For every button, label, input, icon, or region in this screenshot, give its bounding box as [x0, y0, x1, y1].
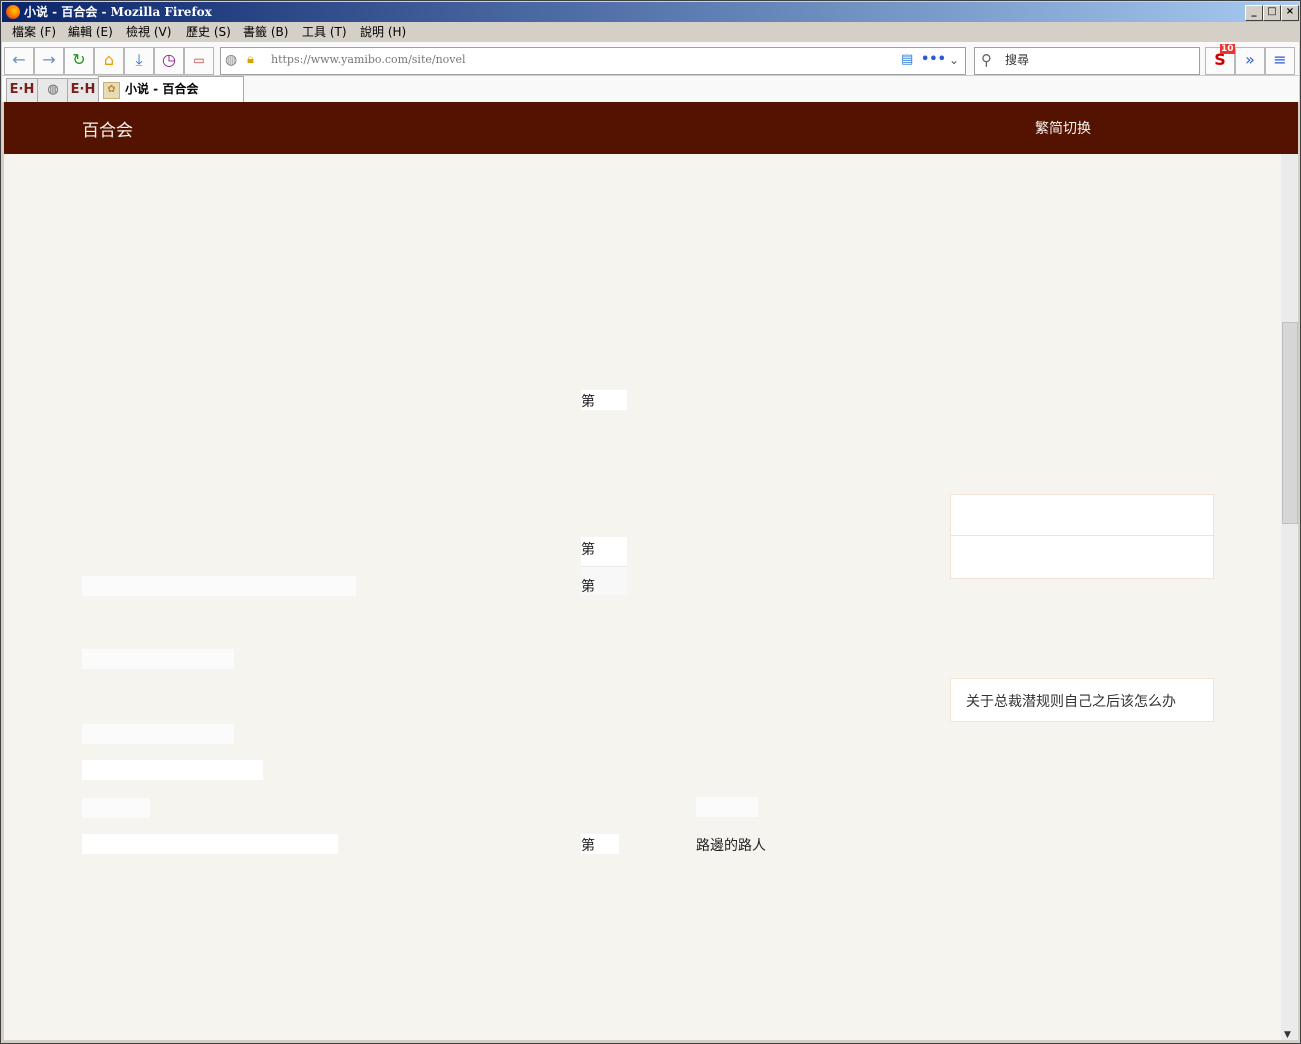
chapter-mark: 第 — [581, 838, 595, 854]
extension-button[interactable]: S 10 — [1205, 44, 1235, 75]
tab-active[interactable]: ✿ 小说 - 百合会 — [98, 76, 244, 103]
placeholder-block — [82, 576, 356, 596]
chapter-mark: 第 — [581, 579, 595, 595]
chapter-mark: 第 — [581, 394, 595, 410]
sidebar-card[interactable] — [950, 494, 1214, 538]
back-arrow-icon: ← — [12, 50, 26, 69]
reload-icon: ↻ — [72, 50, 86, 69]
navigation-toolbar: ← → ↻ ⌂ ⤓ ◷ ▭ ◍ 🔒︎ https://www.yamibo.co… — [2, 42, 1299, 76]
card-title-text: 关于总裁潜规则自己之后该怎么办 — [966, 694, 1176, 710]
scrollbar-thumb[interactable] — [1282, 322, 1298, 524]
menu-bookmarks[interactable]: 書籤 (B) — [243, 22, 288, 42]
close-button[interactable]: × — [1281, 5, 1299, 21]
author-link[interactable]: 路邊的路人 — [696, 835, 766, 855]
history-button[interactable]: ◷ — [154, 47, 184, 75]
scroll-down-arrow-icon[interactable]: ▼ — [1284, 1030, 1291, 1040]
tab-label: 小说 - 百合会 — [125, 82, 199, 96]
downloads-button[interactable]: ⤓ — [124, 47, 154, 75]
url-bar[interactable]: ◍ 🔒︎ https://www.yamibo.com/site/novel ▤… — [220, 47, 966, 75]
page-viewport: 百合会 繁简切换 第 第 第 第 路邊的路人 关于总裁潜规则自己之后该怎么办 ▼ — [4, 102, 1298, 1040]
search-placeholder: 搜尋 — [1005, 53, 1030, 67]
forward-button[interactable]: → — [34, 47, 64, 75]
search-box[interactable]: ⚲ 搜尋 — [974, 47, 1200, 75]
globe-icon: ◍ — [225, 52, 238, 68]
globe-icon: ◍ — [47, 82, 59, 97]
placeholder-block — [82, 798, 150, 818]
addon-button[interactable]: ▭ — [184, 47, 214, 75]
menu-file[interactable]: 檔案 (F) — [12, 22, 56, 42]
reload-button[interactable]: ↻ — [64, 47, 94, 75]
pinned-tab-globe[interactable]: ◍ — [37, 78, 69, 104]
lang-switch-link[interactable]: 繁简切换 — [1035, 118, 1091, 138]
window-title: 小说 - 百合会 - Mozilla Firefox — [24, 5, 212, 19]
addon-icon: ▭ — [193, 53, 205, 67]
title-bar: 小说 - 百合会 - Mozilla Firefox _ □ × — [2, 2, 1299, 22]
download-icon: ⤓ — [135, 50, 143, 69]
placeholder-block — [82, 649, 234, 669]
menu-edit[interactable]: 編輯 (E) — [68, 22, 113, 42]
placeholder-block — [82, 760, 263, 780]
forward-arrow-icon: → — [42, 50, 56, 69]
site-header: 百合会 繁简切换 — [4, 102, 1298, 154]
hamburger-menu-button[interactable]: ≡ — [1265, 47, 1295, 75]
vertical-scrollbar[interactable]: ▼ — [1281, 154, 1298, 1040]
placeholder-block — [696, 797, 758, 817]
clock-icon: ◷ — [162, 50, 176, 69]
page-actions-icon[interactable]: ••• — [921, 48, 946, 72]
url-text: https://www.yamibo.com/site/novel — [271, 53, 466, 66]
menu-bar: 檔案 (F) 編輯 (E) 檢視 (V) 歷史 (S) 書籤 (B) 工具 (T… — [2, 22, 1299, 42]
home-button[interactable]: ⌂ — [94, 47, 124, 75]
overflow-button[interactable]: » — [1235, 47, 1265, 75]
double-chevron-icon: » — [1245, 50, 1255, 69]
pinned-tab-eh-2[interactable]: E·H — [67, 78, 99, 104]
placeholder-block — [82, 724, 234, 744]
site-brand[interactable]: 百合会 — [82, 116, 133, 141]
chevron-down-icon[interactable]: ⌄ — [949, 48, 959, 72]
sidebar-card-title[interactable]: 关于总裁潜规则自己之后该怎么办 — [950, 678, 1214, 722]
menu-history[interactable]: 歷史 (S) — [186, 22, 231, 42]
back-button[interactable]: ← — [4, 47, 34, 75]
tab-bar: E·H ◍ E·H ✿ 小说 - 百合会 — [2, 76, 1299, 104]
maximize-button[interactable]: □ — [1263, 5, 1281, 21]
firefox-logo-icon — [6, 5, 20, 19]
lock-icon: 🔒︎ — [247, 52, 254, 67]
reader-view-icon[interactable]: ▤ — [901, 48, 913, 72]
menu-help[interactable]: 說明 (H) — [360, 22, 406, 42]
notification-badge: 10 — [1220, 44, 1235, 54]
menu-tools[interactable]: 工具 (T) — [302, 22, 347, 42]
yamibo-favicon-icon: ✿ — [103, 82, 120, 99]
home-icon: ⌂ — [103, 50, 115, 69]
placeholder-block — [82, 834, 338, 854]
menu-view[interactable]: 檢視 (V) — [126, 22, 171, 42]
minimize-button[interactable]: _ — [1245, 5, 1263, 21]
sidebar-card[interactable] — [950, 535, 1214, 579]
chapter-mark: 第 — [581, 542, 595, 558]
search-icon: ⚲ — [981, 51, 992, 69]
pinned-tab-eh-1[interactable]: E·H — [6, 78, 38, 104]
hamburger-icon: ≡ — [1273, 50, 1287, 69]
